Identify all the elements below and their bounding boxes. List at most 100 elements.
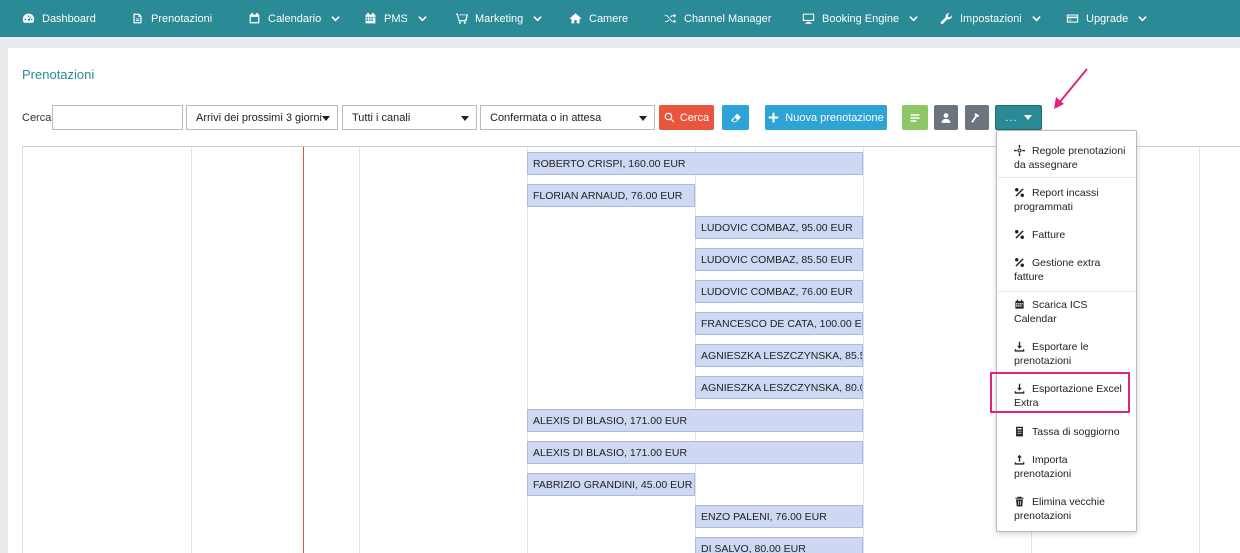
chevron-down-icon: [1138, 16, 1147, 22]
status-filter-select[interactable]: Confermata o in attesa: [480, 105, 655, 130]
dashboard-icon: [22, 13, 35, 23]
nav-booking-engine[interactable]: Booking Engine: [802, 0, 925, 37]
search-button[interactable]: Cerca: [659, 105, 714, 130]
percent-icon: [1015, 188, 1024, 197]
more-actions-menu: Regole prenotazioni da assegnare Report …: [996, 130, 1137, 532]
shuffle-icon: [664, 13, 677, 24]
booking-bar[interactable]: FRANCESCO DE CATA, 100.00 EUR: [695, 312, 863, 335]
menu-item-importa-prenotazioni[interactable]: Importa prenotazioni: [997, 453, 1136, 481]
nav-marketing-label: Marketing: [475, 12, 524, 25]
nav-impostazioni[interactable]: Impostazioni: [940, 0, 1048, 37]
nav-calendario-label: Calendario: [268, 12, 322, 25]
booking-bar[interactable]: ALEXIS DI BLASIO, 171.00 EUR: [527, 409, 863, 432]
percent-icon: [1015, 258, 1024, 267]
nav-upgrade[interactable]: Upgrade: [1066, 0, 1154, 37]
nav-prenotazioni-label: Prenotazioni: [151, 12, 213, 25]
user-icon: [941, 112, 951, 123]
booking-bar[interactable]: ROBERTO CRISPI, 160.00 EUR: [527, 152, 863, 175]
new-booking-button-label: Nuova prenotazione: [785, 111, 884, 124]
nav-marketing[interactable]: Marketing: [455, 0, 549, 37]
menu-item-label: Importa: [1032, 454, 1068, 466]
chevron-down-icon: [533, 16, 542, 22]
status-filter-value: Confermata o in attesa: [490, 111, 602, 124]
booking-bar[interactable]: AGNIESZKA LESZCZYNSKA, 85.50 EUR: [695, 344, 863, 367]
booking-bar[interactable]: LUDOVIC COMBAZ, 85.50 EUR: [695, 248, 863, 271]
booking-bar[interactable]: LUDOVIC COMBAZ, 76.00 EUR: [695, 280, 863, 303]
nav-channel-manager[interactable]: Channel Manager: [664, 0, 771, 37]
menu-item-label: prenotazioni: [1014, 510, 1072, 522]
booking-icon: [133, 13, 142, 24]
menu-item-regole-prenotazioni[interactable]: Regole prenotazioni da assegnare: [997, 144, 1136, 172]
calendar-icon: [249, 12, 260, 24]
menu-item-label: prenotazioni: [1014, 355, 1072, 367]
booking-bar[interactable]: DI SALVO, 80.00 EUR: [695, 537, 863, 553]
menu-item-label: Calendar: [1014, 313, 1057, 325]
arrivals-filter-select[interactable]: Arrivi dei prossimi 3 giorni: [186, 105, 338, 130]
menu-item-gestione-extra-fatture[interactable]: Gestione extra fatture: [997, 256, 1136, 284]
booking-bar[interactable]: AGNIESZKA LESZCZYNSKA, 80.00 EUR: [695, 376, 863, 399]
channel-filter-select[interactable]: Tutti i canali: [342, 105, 477, 130]
menu-item-label: Regole prenotazioni: [1032, 145, 1126, 157]
more-actions-button[interactable]: ...: [995, 105, 1042, 130]
eraser-icon: [730, 113, 741, 122]
booking-bar[interactable]: ALEXIS DI BLASIO, 171.00 EUR: [527, 441, 863, 464]
booking-bar[interactable]: LUDOVIC COMBAZ, 95.00 EUR: [695, 216, 863, 239]
guests-button[interactable]: [934, 105, 958, 130]
grid-column-line: [191, 147, 192, 553]
hammer-icon: [971, 112, 980, 123]
trash-icon: [1015, 496, 1024, 507]
search-input[interactable]: [52, 105, 183, 130]
book-icon: [1016, 426, 1023, 437]
list-icon: [910, 113, 920, 122]
menu-item-label: Tassa di soggiorno: [1032, 426, 1120, 438]
nav-channel-manager-label: Channel Manager: [684, 12, 772, 25]
menu-item-esportare-prenotazioni[interactable]: Esportare le prenotazioni: [997, 340, 1136, 368]
booking-bar[interactable]: FLORIAN ARNAUD, 76.00 EUR: [527, 184, 695, 207]
menu-item-elimina-vecchie[interactable]: Elimina vecchie prenotazioni: [997, 495, 1136, 523]
upload-icon: [1014, 454, 1025, 465]
tools-button[interactable]: [965, 105, 989, 130]
menu-item-label: Report incassi: [1032, 187, 1099, 199]
dropdown-arrow-icon: [639, 116, 647, 121]
search-label: Cerca: [22, 112, 52, 124]
new-booking-button[interactable]: Nuova prenotazione: [765, 105, 887, 130]
grid-column-line: [1199, 147, 1200, 553]
menu-item-label: programmati: [1014, 201, 1073, 213]
menu-item-tassa-di-soggiorno[interactable]: Tassa di soggiorno: [997, 425, 1136, 439]
clear-filters-button[interactable]: [722, 105, 749, 130]
menu-item-scarica-ics[interactable]: Scarica ICS Calendar: [997, 298, 1136, 326]
crosshair-icon: [1014, 145, 1025, 156]
top-navbar: Dashboard Prenotazioni Calendario PMS Ma…: [0, 0, 1240, 37]
caret-down-icon: [1023, 115, 1032, 120]
nav-pms[interactable]: PMS: [364, 0, 434, 37]
menu-item-fatture[interactable]: Fatture: [997, 228, 1136, 242]
download-icon: [1014, 341, 1025, 352]
page-title: Prenotazioni: [22, 67, 95, 82]
nav-booking-engine-label: Booking Engine: [822, 12, 900, 25]
chevron-down-icon: [909, 16, 918, 22]
percent-icon: [1015, 230, 1024, 239]
menu-item-label: da assegnare: [1014, 159, 1078, 171]
nav-dashboard[interactable]: Dashboard: [22, 0, 96, 37]
nav-camere[interactable]: Camere: [569, 0, 628, 37]
chevron-down-icon: [418, 16, 427, 22]
cart-icon: [455, 13, 468, 24]
nav-calendario[interactable]: Calendario: [248, 0, 347, 37]
booking-bar[interactable]: FABRIZIO GRANDINI, 45.00 EUR: [527, 473, 695, 496]
channel-filter-value: Tutti i canali: [352, 111, 411, 124]
booking-bar[interactable]: ENZO PALENI, 76.00 EUR: [695, 505, 863, 528]
today-marker: [303, 147, 304, 553]
nav-pms-label: PMS: [384, 12, 408, 25]
dropdown-arrow-icon: [461, 116, 469, 121]
menu-item-label: Scarica ICS: [1032, 299, 1088, 311]
menu-item-report-incassi[interactable]: Report incassi programmati: [997, 186, 1136, 214]
nav-prenotazioni[interactable]: Prenotazioni: [131, 0, 212, 37]
list-view-button[interactable]: [902, 105, 928, 130]
nav-impostazioni-label: Impostazioni: [960, 12, 1022, 25]
menu-item-label: prenotazioni: [1014, 468, 1072, 480]
wrench-icon: [940, 13, 952, 25]
menu-item-label: Elimina vecchie: [1032, 496, 1105, 508]
home-icon: [569, 13, 582, 24]
menu-item-label: Fatture: [1032, 229, 1066, 241]
monitor-icon: [802, 13, 815, 24]
